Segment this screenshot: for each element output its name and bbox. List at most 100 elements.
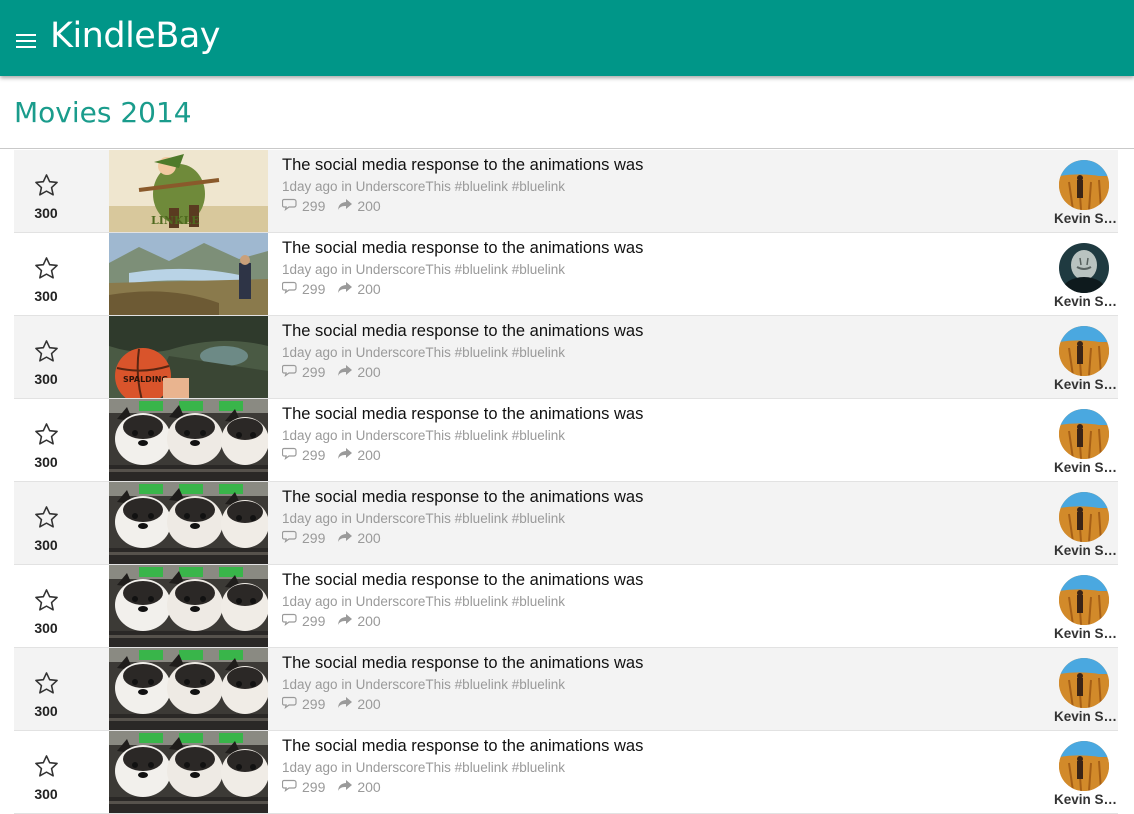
post-title[interactable]: The social media response to the animati… <box>282 571 643 590</box>
vote-button[interactable]: 300 <box>14 482 109 564</box>
post-tag-link[interactable]: #bluelink <box>455 345 508 360</box>
post-thumbnail[interactable]: LINKLE <box>109 150 268 232</box>
post-title[interactable]: The social media response to the animati… <box>282 239 643 258</box>
star-icon[interactable] <box>33 504 60 531</box>
post-meta: 1day ago in UnderscoreThis #bluelink #bl… <box>282 594 565 609</box>
post-thumbnail[interactable]: SPALDING <box>109 316 268 398</box>
comment-count-button[interactable]: 299 <box>281 613 325 629</box>
share-count-button[interactable]: 200 <box>337 779 381 795</box>
post-thumbnail[interactable] <box>109 399 268 481</box>
post-source-link[interactable]: UnderscoreThis <box>356 262 451 277</box>
author-avatar[interactable] <box>1059 658 1109 708</box>
post-source-link[interactable]: UnderscoreThis <box>356 677 451 692</box>
author-avatar[interactable] <box>1059 492 1109 542</box>
star-icon[interactable] <box>33 421 60 448</box>
post-tag-link[interactable]: #bluelink <box>512 262 565 277</box>
star-icon[interactable] <box>33 172 60 199</box>
comment-count-button[interactable]: 299 <box>281 447 325 463</box>
author-avatar[interactable] <box>1059 243 1109 293</box>
post-tag-link[interactable]: #bluelink <box>455 179 508 194</box>
post-time: 1day ago <box>282 677 338 692</box>
post-thumbnail[interactable] <box>109 731 268 813</box>
post-thumbnail[interactable] <box>109 648 268 730</box>
post-source-link[interactable]: UnderscoreThis <box>356 594 451 609</box>
post-title[interactable]: The social media response to the animati… <box>282 156 643 175</box>
post-tag-link[interactable]: #bluelink <box>512 179 565 194</box>
post-title[interactable]: The social media response to the animati… <box>282 654 643 673</box>
vote-button[interactable]: 300 <box>14 233 109 315</box>
author-avatar[interactable] <box>1059 741 1109 791</box>
author-avatar[interactable] <box>1059 326 1109 376</box>
post-tag-link[interactable]: #bluelink <box>512 594 565 609</box>
post-source-link[interactable]: UnderscoreThis <box>356 760 451 775</box>
post-source-link[interactable]: UnderscoreThis <box>356 428 451 443</box>
post-title[interactable]: The social media response to the animati… <box>282 488 643 507</box>
share-count-button[interactable]: 200 <box>337 447 381 463</box>
vote-count: 300 <box>34 454 58 470</box>
post-title[interactable]: The social media response to the animati… <box>282 322 643 341</box>
star-icon[interactable] <box>33 670 60 697</box>
vote-button[interactable]: 300 <box>14 565 109 647</box>
comment-count-button[interactable]: 299 <box>281 281 326 297</box>
author-name[interactable]: Kevin Smith <box>1054 460 1118 475</box>
author-name[interactable]: Kevin Smith <box>1054 709 1118 724</box>
hamburger-icon[interactable] <box>16 34 36 48</box>
vote-button[interactable]: 300 <box>14 150 109 232</box>
comment-count-button[interactable]: 299 <box>281 779 325 795</box>
post-source-link[interactable]: UnderscoreThis <box>356 179 451 194</box>
share-count-button[interactable]: 200 <box>337 364 381 380</box>
post-tag-link[interactable]: #bluelink <box>512 428 565 443</box>
post-tag-link[interactable]: #bluelink <box>512 677 565 692</box>
comment-count-button[interactable]: 299 <box>281 696 325 712</box>
post-tag-link[interactable]: #bluelink <box>455 760 508 775</box>
comment-count: 299 <box>302 281 326 297</box>
star-icon[interactable] <box>33 338 60 365</box>
post-title[interactable]: The social media response to the animati… <box>282 405 643 424</box>
vote-button[interactable]: 300 <box>14 648 109 730</box>
share-count-button[interactable]: 200 <box>337 198 381 214</box>
post-thumbnail[interactable] <box>109 482 268 564</box>
star-icon[interactable] <box>33 255 60 282</box>
author-name[interactable]: Kevin Smith <box>1054 211 1118 226</box>
comment-count-button[interactable]: 299 <box>281 364 325 380</box>
author-avatar[interactable] <box>1059 409 1109 459</box>
star-icon[interactable] <box>33 753 60 780</box>
comment-count-button[interactable]: 299 <box>281 198 325 214</box>
post-time: 1day ago <box>282 179 338 194</box>
author-avatar[interactable] <box>1059 160 1109 210</box>
post-meta: 1day ago in UnderscoreThis #bluelink #bl… <box>282 428 565 443</box>
share-icon <box>337 281 357 297</box>
share-count-button[interactable]: 200 <box>337 613 381 629</box>
post-tag-link[interactable]: #bluelink <box>455 262 508 277</box>
star-icon[interactable] <box>33 587 60 614</box>
post-time: 1day ago <box>282 760 338 775</box>
comment-count-button[interactable]: 299 <box>281 530 325 546</box>
post-thumbnail[interactable] <box>109 233 268 315</box>
post-tag-link[interactable]: #bluelink <box>455 677 508 692</box>
vote-button[interactable]: 300 <box>14 399 109 481</box>
share-count: 200 <box>357 613 381 629</box>
post-tag-link[interactable]: #bluelink <box>512 760 565 775</box>
post-tag-link[interactable]: #bluelink <box>455 511 508 526</box>
share-count-button[interactable]: 200 <box>337 281 381 297</box>
vote-button[interactable]: 300 <box>14 316 109 398</box>
app-brand[interactable]: KindleBay <box>50 16 221 56</box>
vote-button[interactable]: 300 <box>14 731 109 813</box>
share-count-button[interactable]: 200 <box>337 696 381 712</box>
post-tag-link[interactable]: #bluelink <box>512 345 565 360</box>
author-name[interactable]: Kevin Smith <box>1054 294 1118 309</box>
post-time: 1day ago <box>282 511 338 526</box>
post-thumbnail[interactable] <box>109 565 268 647</box>
share-count-button[interactable]: 200 <box>337 530 381 546</box>
author-name[interactable]: Kevin Smith <box>1054 626 1118 641</box>
author-name[interactable]: Kevin Smith <box>1054 543 1118 558</box>
post-title[interactable]: The social media response to the animati… <box>282 737 643 756</box>
author-name[interactable]: Kevin Smith <box>1054 377 1118 392</box>
post-source-link[interactable]: UnderscoreThis <box>356 511 451 526</box>
post-tag-link[interactable]: #bluelink <box>512 511 565 526</box>
author-avatar[interactable] <box>1059 575 1109 625</box>
author-name[interactable]: Kevin Smith <box>1054 792 1118 807</box>
post-tag-link[interactable]: #bluelink <box>455 428 508 443</box>
post-tag-link[interactable]: #bluelink <box>455 594 508 609</box>
post-source-link[interactable]: UnderscoreThis <box>356 345 451 360</box>
